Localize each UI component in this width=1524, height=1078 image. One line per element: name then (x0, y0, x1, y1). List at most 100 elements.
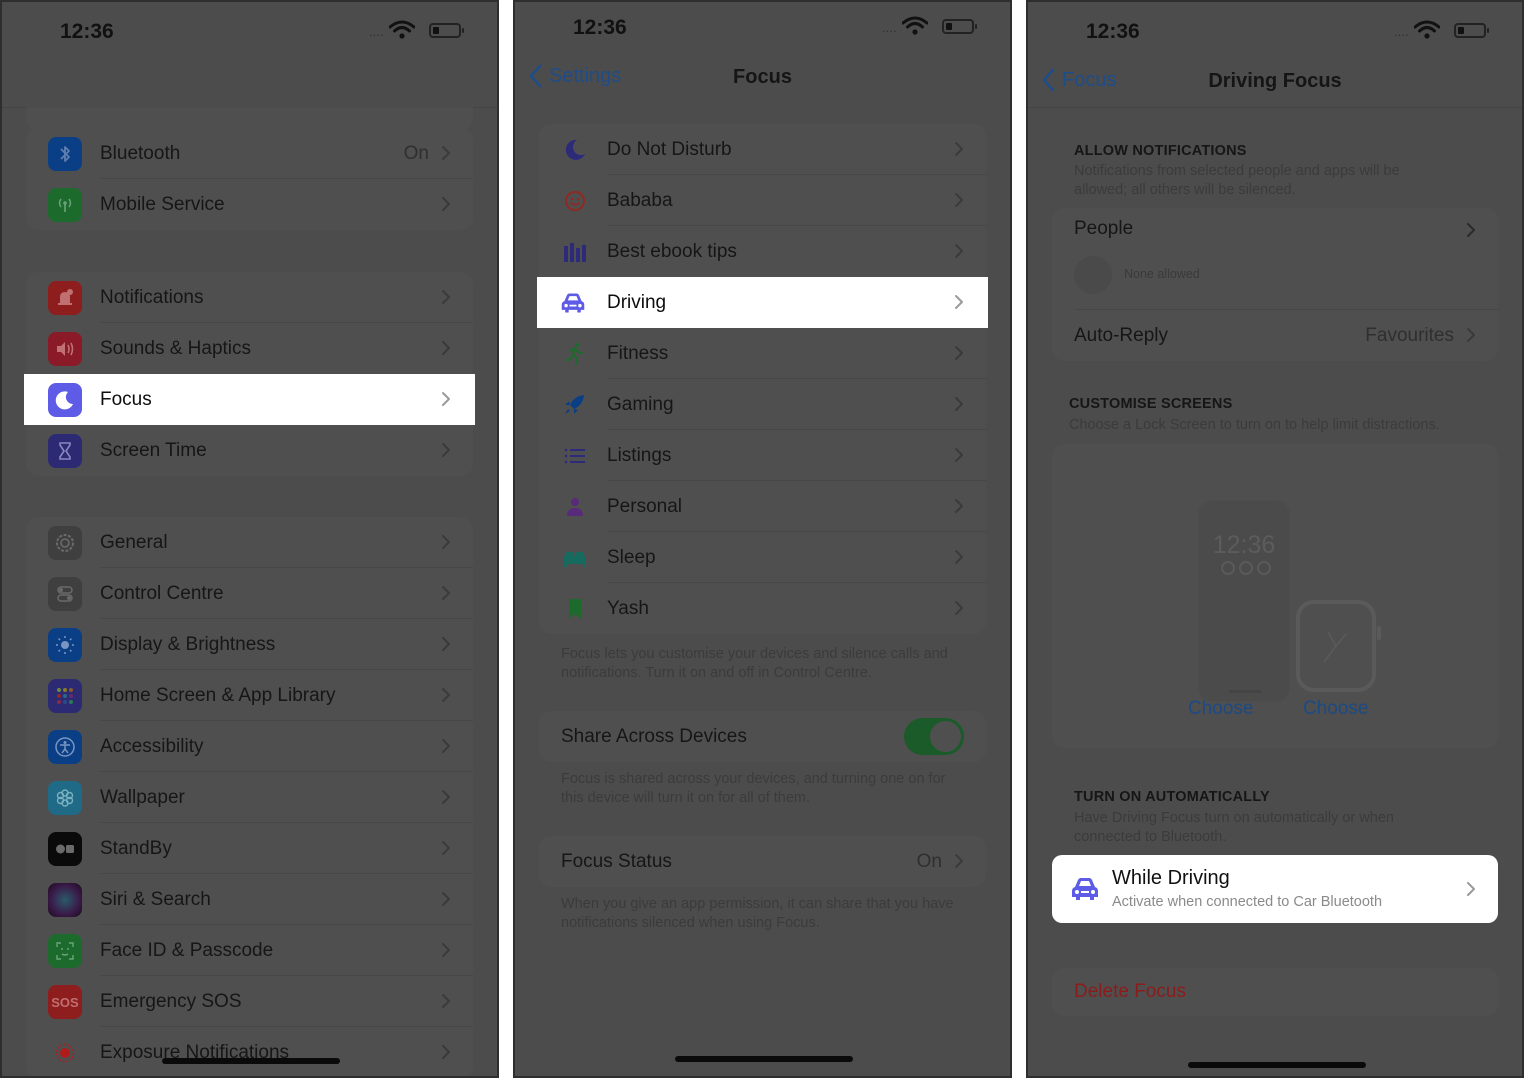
focus-status-label: Focus Status (561, 850, 672, 872)
settings-item-general[interactable]: General (26, 517, 473, 568)
settings-item-label: Emergency SOS (100, 990, 242, 1012)
car-icon (559, 290, 587, 316)
page-title: Focus (733, 66, 792, 88)
chevron-right-icon (441, 789, 451, 805)
settings-item-focus[interactable]: Focus (24, 374, 475, 425)
focus-mode-gaming[interactable]: Gaming (539, 379, 986, 430)
status-time: 12:36 (60, 20, 114, 43)
settings-item-display-brightness[interactable]: Display & Brightness (26, 619, 473, 670)
share-across-devices-toggle[interactable] (904, 718, 964, 755)
chevron-right-icon (441, 391, 451, 407)
allow-notifications-description: Notifications from selected people and a… (1074, 163, 1400, 198)
settings-group-1: Bluetooth On Mobile Service (26, 128, 473, 230)
settings-item-sounds-haptics[interactable]: Sounds & Haptics (26, 323, 473, 374)
focus-mode-yash[interactable]: Yash (539, 583, 986, 634)
settings-item-wallpaper[interactable]: Wallpaper (26, 772, 473, 823)
lock-screen-preview[interactable]: 12:36 (1198, 500, 1290, 702)
settings-item-emergency-sos[interactable]: SOS Emergency SOS (26, 976, 473, 1027)
moon-icon (48, 383, 82, 417)
chevron-right-icon (954, 345, 964, 361)
focus-mode-best-ebook-tips[interactable]: Best ebook tips (539, 226, 986, 277)
delete-focus-button[interactable]: Delete Focus (1052, 968, 1498, 1016)
auto-reply-row[interactable]: Auto-Reply Favourites (1052, 310, 1498, 361)
settings-item-mobile-service[interactable]: Mobile Service (26, 179, 473, 230)
chevron-right-icon (441, 840, 451, 856)
chevron-right-icon (1466, 881, 1476, 897)
settings-item-screen-time[interactable]: Screen Time (26, 425, 473, 476)
settings-item-label: Screen Time (100, 439, 207, 461)
settings-item-label: Siri & Search (100, 888, 211, 910)
chevron-right-icon (954, 600, 964, 616)
chevron-right-icon (441, 687, 451, 703)
delete-focus-group: Delete Focus (1052, 968, 1498, 1016)
auto-reply-value: Favourites (1365, 324, 1454, 346)
chevron-right-icon (441, 145, 451, 161)
chevron-right-icon (954, 294, 964, 310)
battery-icon (942, 19, 977, 34)
cellular-signal-icon: ···· (368, 26, 384, 42)
allow-notifications-group: People None allowed Auto-Reply Favourite… (1052, 208, 1498, 361)
focus-mode-bababa[interactable]: Bababa (539, 175, 986, 226)
focus-mode-fitness[interactable]: Fitness (539, 328, 986, 379)
people-row[interactable]: People None allowed (1052, 208, 1498, 310)
focus-status-row[interactable]: Focus Status On (539, 836, 986, 887)
lock-screen-time: 12:36 (1212, 531, 1276, 559)
settings-item-control-centre[interactable]: Control Centre (26, 568, 473, 619)
chevron-right-icon (441, 442, 451, 458)
settings-item-home-screen[interactable]: Home Screen & App Library (26, 670, 473, 721)
focus-status-footnote: When you give an app permission, it can … (561, 896, 954, 931)
settings-item-accessibility[interactable]: Accessibility (26, 721, 473, 772)
focus-mode-sleep[interactable]: Sleep (539, 532, 986, 583)
home-indicator[interactable] (675, 1056, 853, 1062)
settings-item-exposure-notifications[interactable]: Exposure Notifications (26, 1027, 473, 1076)
standby-icon (48, 832, 82, 866)
settings-item-label: Face ID & Passcode (100, 939, 274, 961)
focus-mode-label: Driving (607, 291, 667, 313)
chevron-right-icon (954, 192, 964, 208)
settings-item-label: Control Centre (100, 582, 224, 604)
settings-item-notifications[interactable]: Notifications (26, 272, 473, 323)
settings-item-label: Display & Brightness (100, 633, 276, 655)
watch-face-preview[interactable] (1296, 600, 1381, 692)
chevron-right-icon (441, 289, 451, 305)
focus-mode-do-not-disturb[interactable]: Do Not Disturb (539, 124, 986, 175)
people-label: People (1074, 218, 1134, 239)
app-grid-icon (48, 679, 82, 713)
focus-mode-label: Bababa (607, 189, 673, 211)
chevron-right-icon (441, 340, 451, 356)
sun-icon (48, 628, 82, 662)
choose-watch-face-button[interactable]: Choose (1303, 698, 1369, 720)
settings-item-bluetooth[interactable]: Bluetooth On (26, 128, 473, 179)
status-time: 12:36 (573, 16, 627, 39)
hourglass-icon (48, 434, 82, 468)
cellular-signal-icon: ···· (1393, 26, 1409, 42)
chevron-right-icon (954, 853, 964, 869)
while-driving-row[interactable]: While Driving Activate when connected to… (1052, 855, 1498, 923)
status-time: 12:36 (1086, 20, 1140, 43)
settings-group-2: Notifications Sounds & Haptics Focus Scr… (24, 272, 475, 476)
focus-mode-personal[interactable]: Personal (539, 481, 986, 532)
moon-icon (561, 137, 589, 163)
home-indicator[interactable] (1188, 1062, 1366, 1068)
chevron-right-icon (441, 738, 451, 754)
list-icon (561, 443, 589, 469)
chevron-right-icon (954, 549, 964, 565)
chevron-right-icon (954, 447, 964, 463)
settings-item-siri-search[interactable]: Siri & Search (26, 874, 473, 925)
settings-item-standby[interactable]: StandBy (26, 823, 473, 874)
home-indicator[interactable] (162, 1058, 340, 1064)
choose-lock-screen-button[interactable]: Choose (1188, 698, 1254, 720)
chevron-right-icon (441, 585, 451, 601)
focus-mode-label: Sleep (607, 546, 656, 568)
bed-icon (561, 545, 589, 571)
battery-icon (1454, 23, 1489, 38)
focus-mode-listings[interactable]: Listings (539, 430, 986, 481)
focus-mode-label: Do Not Disturb (607, 138, 732, 160)
wifi-status-icon (1414, 20, 1440, 40)
accessibility-icon (48, 730, 82, 764)
exposure-icon (48, 1036, 82, 1070)
settings-item-face-id[interactable]: Face ID & Passcode (26, 925, 473, 976)
focus-mode-driving[interactable]: Driving (537, 277, 988, 328)
settings-item-label: StandBy (100, 837, 172, 859)
focus-mode-label: Yash (607, 597, 649, 619)
